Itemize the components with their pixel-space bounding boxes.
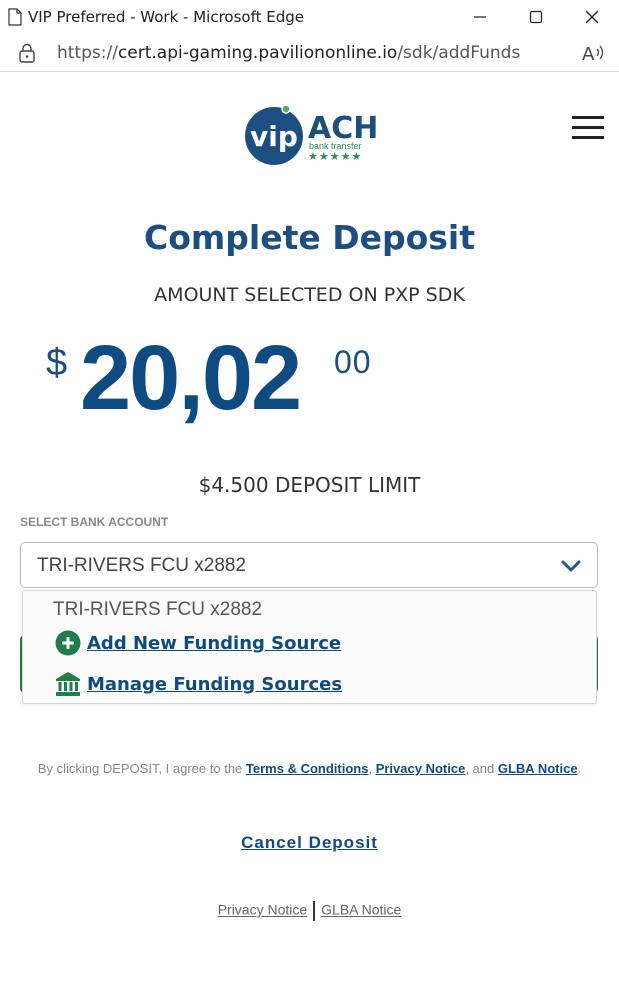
close-icon <box>585 10 599 24</box>
privacy-notice-link[interactable]: Privacy Notice <box>376 761 466 776</box>
menu-button[interactable] <box>572 116 604 140</box>
close-button[interactable] <box>564 0 619 34</box>
url-path: /sdk/addFunds <box>397 43 521 63</box>
page-icon <box>8 8 22 26</box>
menu-icon-bar <box>572 126 604 129</box>
footer-privacy-link[interactable]: Privacy Notice <box>218 902 307 918</box>
footer-links: Privacy Notice GLBA Notice <box>0 901 619 921</box>
minimize-icon <box>474 16 486 18</box>
deposit-limit: $4.500 DEPOSIT LIMIT <box>198 473 421 497</box>
terms-and: , and <box>465 761 495 776</box>
selected-account: TRI-RIVERS FCU x2882 <box>37 555 247 576</box>
lock-icon[interactable] <box>18 43 36 63</box>
footer-separator <box>313 901 316 921</box>
manage-funding-sources-option[interactable]: Manage Funding Sources <box>55 671 342 697</box>
url-host: cert.api-gaming.paviliononline.io <box>117 43 398 63</box>
bank-account-dropdown: TRI-RIVERS FCU x2882 Add New Funding Sou… <box>22 590 597 704</box>
chevron-down-icon <box>561 560 581 572</box>
maximize-icon <box>529 10 543 24</box>
page-title: Complete Deposit <box>143 218 476 257</box>
terms-period: . <box>577 761 582 776</box>
terms-comma: , <box>368 761 373 776</box>
cancel-deposit-link[interactable]: Cancel Deposit <box>0 833 619 853</box>
glba-notice-link[interactable]: GLBA Notice <box>498 761 578 776</box>
maximize-button[interactable] <box>508 0 564 34</box>
vip-ach-logo: vip ACH bank transfer ★★★★★ <box>245 105 378 165</box>
window-titlebar: VIP Preferred - Work - Microsoft Edge <box>0 0 619 34</box>
add-funding-source-option[interactable]: Add New Funding Source <box>55 630 341 656</box>
amount-cents: 00 <box>334 344 372 380</box>
currency-symbol: $ <box>46 342 68 384</box>
read-aloud-icon[interactable]: A <box>582 43 606 63</box>
address-bar[interactable]: https://cert.api-gaming.paviliononline.i… <box>0 34 619 72</box>
terms-conditions-link[interactable]: Terms & Conditions <box>246 761 369 776</box>
terms-text: By clicking DEPOSIT, I agree to the Term… <box>30 758 589 779</box>
add-funding-source-label: Add New Funding Source <box>87 632 342 654</box>
terms-prefix: By clicking DEPOSIT, I agree to the <box>37 761 243 776</box>
amount-subheading: AMOUNT SELECTED ON PXP SDK <box>154 284 465 306</box>
menu-icon-bar <box>572 116 604 119</box>
url-prefix: https:// <box>57 43 118 63</box>
window-title: VIP Preferred - Work - Microsoft Edge <box>28 8 305 26</box>
logo-stars: ★★★★★ <box>308 150 362 163</box>
footer-glba-link[interactable]: GLBA Notice <box>321 902 401 918</box>
logo-vip-text: vip <box>250 120 298 153</box>
plus-circle-icon <box>55 630 81 656</box>
amount-value: 20,02 <box>80 327 302 429</box>
select-bank-label: SELECT BANK ACCOUNT <box>20 515 169 529</box>
url-text[interactable]: https://cert.api-gaming.paviliononline.i… <box>57 43 520 63</box>
bank-icon <box>56 672 80 696</box>
menu-icon-bar <box>572 136 604 139</box>
bank-account-select[interactable]: TRI-RIVERS FCU x2882 <box>20 542 598 588</box>
minimize-button[interactable] <box>452 0 508 34</box>
svg-text:A: A <box>582 44 595 63</box>
dropdown-option-account[interactable]: TRI-RIVERS FCU x2882 <box>53 599 262 621</box>
manage-funding-sources-label: Manage Funding Sources <box>87 673 343 695</box>
